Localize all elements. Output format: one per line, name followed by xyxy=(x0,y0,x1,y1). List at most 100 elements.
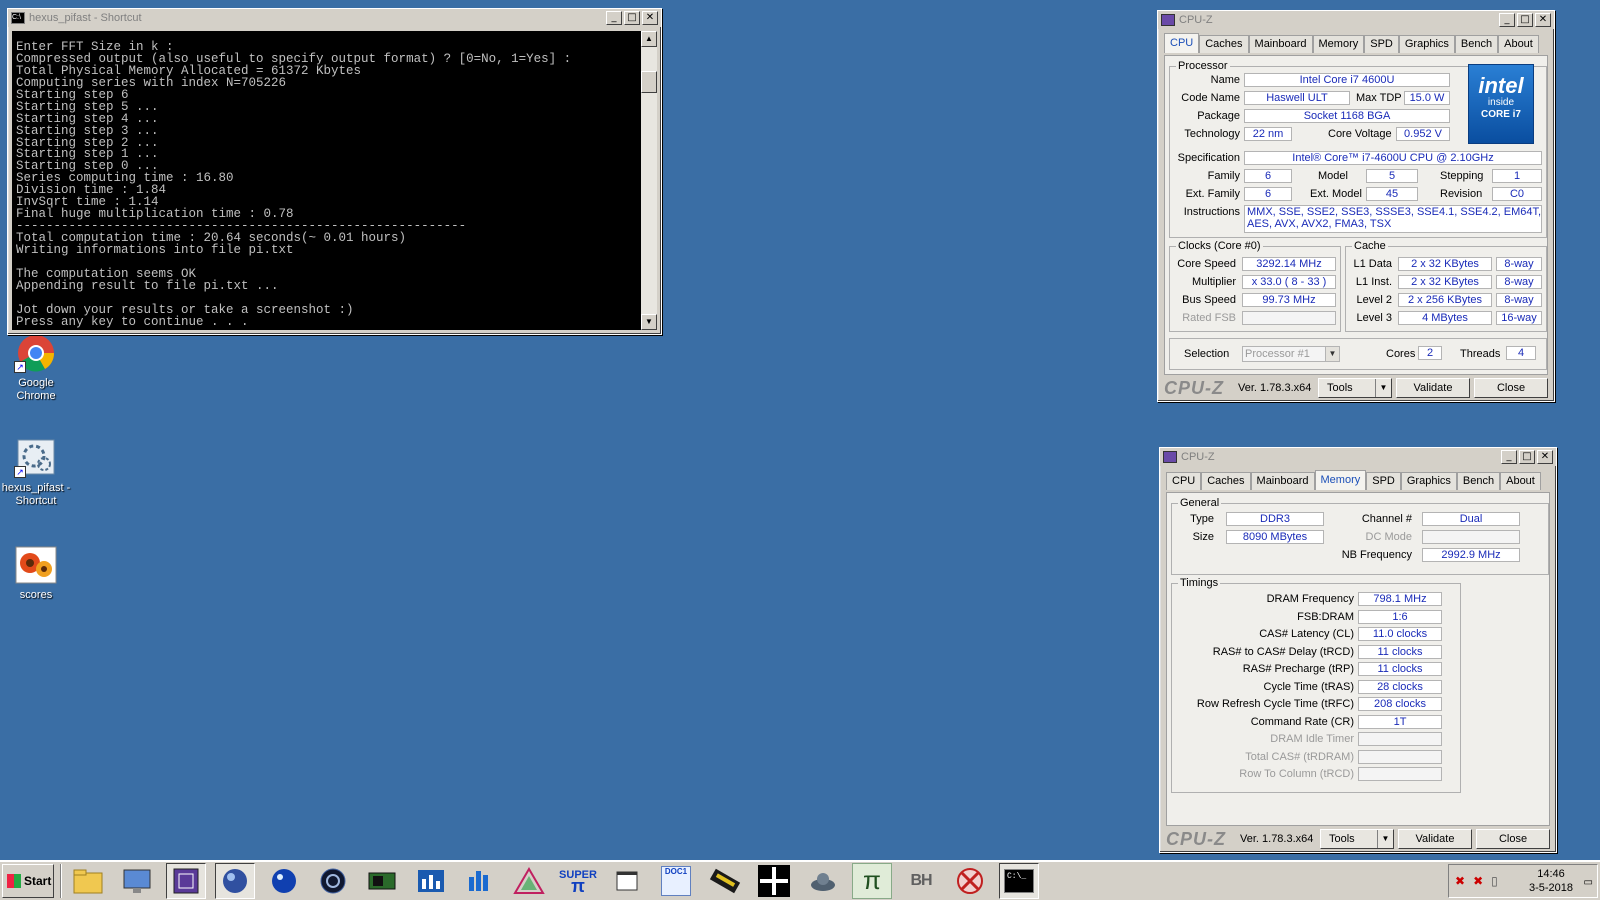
validate-button[interactable]: Validate xyxy=(1398,829,1472,849)
codename-value: Haswell ULT xyxy=(1244,91,1350,105)
doc-icon[interactable]: DOC1 xyxy=(656,863,696,899)
tab-bench[interactable]: Bench xyxy=(1454,35,1499,53)
channel-value: Dual xyxy=(1422,512,1520,526)
timing-value xyxy=(1358,749,1442,764)
tank-icon[interactable] xyxy=(803,863,843,899)
timing-value xyxy=(1358,732,1442,746)
scroll-thumb[interactable] xyxy=(641,71,657,93)
close-dialog-button[interactable]: Close xyxy=(1474,378,1548,398)
stepping-label: Stepping xyxy=(1440,170,1484,182)
cpuz-window-memory[interactable]: CPU-Z _ □ ✕ CPU Caches Mainboard Memory … xyxy=(1159,447,1557,853)
sphere-icon[interactable] xyxy=(215,862,255,899)
window-icon[interactable] xyxy=(607,863,647,899)
timing-value xyxy=(1358,767,1442,781)
tab-cpu[interactable]: CPU xyxy=(1166,472,1202,490)
minimize-button[interactable]: _ xyxy=(606,11,622,25)
tab-bench[interactable]: Bench xyxy=(1456,472,1501,490)
start-button[interactable]: Start xyxy=(2,863,54,898)
chevron-down-icon[interactable]: ▼ xyxy=(1377,830,1393,848)
maxtdp-label: Max TDP xyxy=(1356,92,1402,104)
maximize-button[interactable]: □ xyxy=(1517,13,1533,27)
size-value: 8090 MBytes xyxy=(1226,530,1324,544)
network-icon[interactable]: ✖ xyxy=(1455,874,1465,888)
l1inst-ways: 8-way xyxy=(1496,275,1542,289)
tab-caches[interactable]: Caches xyxy=(1199,35,1249,53)
superpi-icon[interactable]: SUPER π xyxy=(558,863,598,899)
pi-icon[interactable]: π xyxy=(852,862,892,899)
timing-label: Cycle Time (tRAS) xyxy=(1263,680,1354,693)
maximize-button[interactable]: □ xyxy=(624,11,640,25)
processor-select[interactable]: Processor #1 ▼ xyxy=(1242,346,1340,362)
tab-spd[interactable]: SPD xyxy=(1366,472,1401,490)
cpuz-icon[interactable] xyxy=(166,862,206,899)
scroll-up-button[interactable]: ▲ xyxy=(641,31,657,47)
tab-about[interactable]: About xyxy=(1500,472,1541,490)
desktop-icon-pifast[interactable]: ↗ hexus_pifast - Shortcut xyxy=(0,438,74,508)
family-label: Family xyxy=(1207,170,1240,182)
tab-cpu[interactable]: CPU xyxy=(1164,33,1200,53)
l1data-label: L1 Data xyxy=(1353,258,1392,270)
scroll-down-button[interactable]: ▼ xyxy=(641,314,657,330)
processor-group: Processor Name Intel Core i7 4600U Code … xyxy=(1169,60,1547,238)
selection-group: Selection Processor #1 ▼ Cores 2 Threads… xyxy=(1169,338,1547,370)
cmd-icon[interactable]: C:\_ xyxy=(999,862,1039,899)
desktop-icon-scores[interactable]: scores xyxy=(0,545,74,602)
x-icon[interactable] xyxy=(950,863,990,899)
clock[interactable]: 14:46 3-5-2018 xyxy=(1529,867,1573,895)
desktop-toggle-icon[interactable]: ▭ xyxy=(1584,877,1593,888)
tab-about[interactable]: About xyxy=(1498,35,1539,53)
l1inst-value: 2 x 32 KBytes xyxy=(1398,275,1492,289)
minimize-button[interactable]: _ xyxy=(1499,13,1515,27)
tab-mainboard[interactable]: Mainboard xyxy=(1250,472,1315,490)
console-output[interactable]: Enter FFT Size in k : Compressed output (… xyxy=(12,31,641,330)
minimize-button[interactable]: _ xyxy=(1501,450,1517,464)
maximize-button[interactable]: □ xyxy=(1519,450,1535,464)
console-scrollbar[interactable]: ▲ ▼ xyxy=(641,31,657,330)
windows-flag-icon xyxy=(7,873,21,888)
tab-graphics[interactable]: Graphics xyxy=(1400,472,1457,490)
tools-button[interactable]: Tools ▼ xyxy=(1318,378,1392,398)
bh-icon[interactable]: BH xyxy=(901,863,941,899)
l1data-value: 2 x 32 KBytes xyxy=(1398,257,1492,271)
explorer-icon[interactable] xyxy=(68,863,108,899)
validate-button[interactable]: Validate xyxy=(1396,378,1470,398)
revision-value: C0 xyxy=(1492,187,1542,201)
cpuz-titlebar[interactable]: CPU-Z _ □ ✕ xyxy=(1160,448,1556,466)
tab-memory[interactable]: Memory xyxy=(1314,470,1367,490)
family-value: 6 xyxy=(1244,169,1292,183)
close-button[interactable]: ✕ xyxy=(642,11,658,25)
model-value: 5 xyxy=(1366,169,1418,183)
tab-caches[interactable]: Caches xyxy=(1201,472,1251,490)
memory-icon[interactable] xyxy=(705,863,745,899)
chevron-down-icon[interactable]: ▼ xyxy=(1375,379,1391,397)
cinebench-icon[interactable] xyxy=(313,863,353,899)
battery-icon[interactable]: ▯ xyxy=(1491,874,1498,888)
chart-icon[interactable] xyxy=(411,863,451,899)
multiplier-label: Multiplier xyxy=(1191,276,1236,288)
close-button[interactable]: ✕ xyxy=(1535,13,1551,27)
tab-spd[interactable]: SPD xyxy=(1364,35,1399,53)
console-window[interactable]: C:\ hexus_pifast - Shortcut _ □ ✕ Enter … xyxy=(7,8,662,335)
tools-button[interactable]: Tools ▼ xyxy=(1320,829,1394,849)
timing-label: CAS# Latency (CL) xyxy=(1259,628,1354,640)
orb-icon[interactable] xyxy=(264,863,304,899)
tab-graphics[interactable]: Graphics xyxy=(1398,35,1455,53)
close-dialog-button[interactable]: Close xyxy=(1476,829,1550,849)
level3-label: Level 3 xyxy=(1356,312,1392,324)
tab-mainboard[interactable]: Mainboard xyxy=(1248,35,1313,53)
technology-label: Technology xyxy=(1184,128,1240,140)
bars-icon[interactable] xyxy=(460,863,500,899)
cpuz-window-cpu[interactable]: CPU-Z _ □ ✕ CPU Caches Mainboard Memory … xyxy=(1157,10,1555,402)
tab-memory[interactable]: Memory xyxy=(1312,35,1365,53)
cpuz-titlebar[interactable]: CPU-Z _ □ ✕ xyxy=(1158,11,1554,29)
volume-icon[interactable]: ✖ xyxy=(1473,874,1483,888)
gpu-icon[interactable] xyxy=(362,863,402,899)
cross-icon[interactable] xyxy=(754,863,794,899)
monitor-icon[interactable] xyxy=(117,863,157,899)
timing-value: 208 clocks xyxy=(1358,697,1442,711)
desktop-icon-chrome[interactable]: ↗ Google Chrome xyxy=(0,333,74,403)
console-titlebar[interactable]: C:\ hexus_pifast - Shortcut _ □ ✕ xyxy=(8,9,661,27)
aida-icon[interactable] xyxy=(509,863,549,899)
close-button[interactable]: ✕ xyxy=(1537,450,1553,464)
desktop-icon-label: hexus_pifast - Shortcut xyxy=(1,482,71,507)
